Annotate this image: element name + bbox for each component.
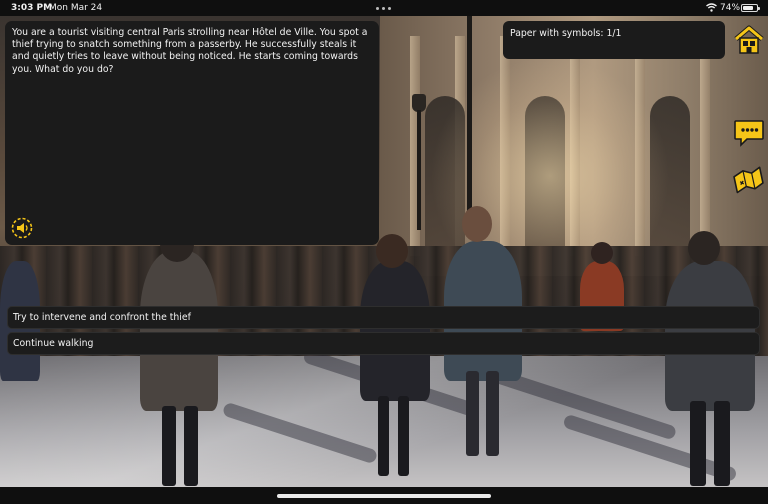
story-text: You are a tourist visiting central Paris… [12,27,368,75]
treasure-map-icon[interactable] [731,164,765,194]
inventory-panel: Paper with symbols: 1/1 [503,21,725,59]
chat-bubble-icon[interactable] [733,117,765,149]
status-bar: 3:03 PM Mon Mar 24 74% [0,0,768,16]
choice-button-confront[interactable]: Try to intervene and confront the thief [7,306,760,329]
battery-icon [741,4,760,12]
inventory-item: Paper with symbols: 1/1 [510,28,622,39]
street-lamp [467,16,472,216]
choice-label: Continue walking [13,338,94,349]
choice-button-continue[interactable]: Continue walking [7,332,760,355]
speaker-icon[interactable] [11,217,33,239]
status-date: Mon Mar 24 [49,3,103,13]
story-panel: You are a tourist visiting central Paris… [5,21,379,245]
wifi-icon [706,3,717,12]
home-indicator[interactable] [277,494,491,498]
home-icon[interactable] [733,25,765,55]
bottom-bar [0,487,768,504]
choice-label: Try to intervene and confront the thief [13,312,191,323]
status-time: 3:03 PM [11,3,53,13]
game-screen: 3:03 PM Mon Mar 24 74% You are a tourist… [0,0,768,504]
multitasking-dots-icon[interactable] [376,7,392,10]
battery-percent: 74% [720,3,741,13]
